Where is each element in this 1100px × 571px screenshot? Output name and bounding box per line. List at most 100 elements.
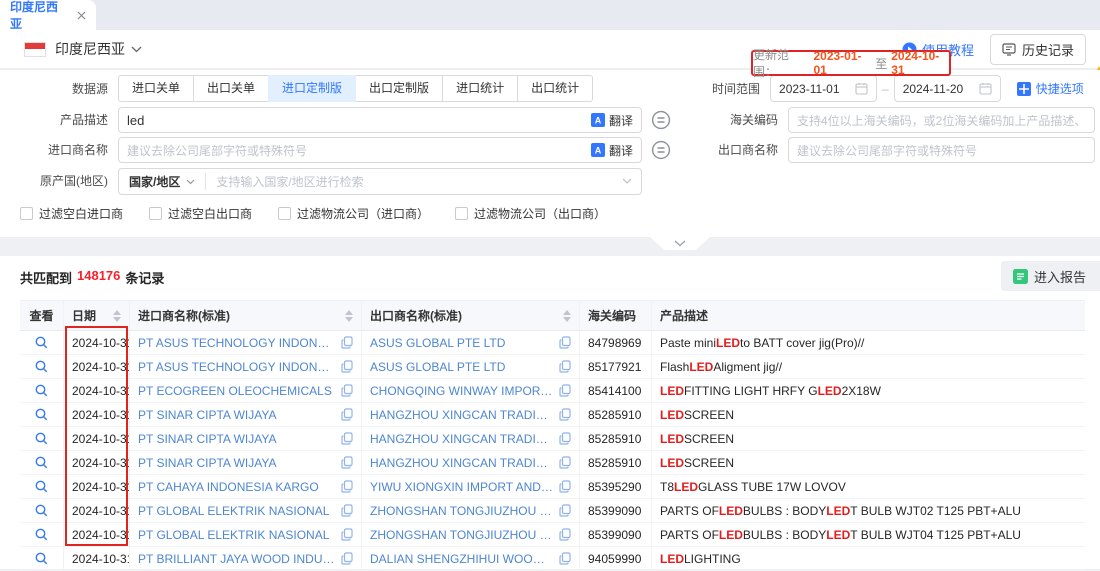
date-to-input[interactable]: 2024-11-20	[894, 75, 1001, 102]
copy-icon[interactable]	[559, 528, 571, 541]
view-record-button[interactable]	[20, 499, 64, 523]
magnifier-icon[interactable]	[35, 528, 48, 541]
importer-link[interactable]: PT GLOBAL ELEKTRIK NASIONAL	[138, 528, 335, 542]
view-record-button[interactable]	[20, 403, 64, 427]
view-record-button[interactable]	[20, 355, 64, 379]
view-record-button[interactable]	[20, 547, 64, 571]
magnifier-icon[interactable]	[35, 336, 48, 349]
copy-icon[interactable]	[341, 408, 353, 421]
magnifier-icon[interactable]	[35, 360, 48, 373]
enter-report-button[interactable]: 进入报告	[1001, 261, 1100, 291]
product-desc-input[interactable]	[127, 113, 583, 128]
importer-link[interactable]: PT GLOBAL ELEKTRIK NASIONAL	[138, 504, 335, 518]
checkbox-icon[interactable]	[20, 207, 33, 220]
origin-country-search-input[interactable]: 支持输入国家/地区进行检索	[216, 173, 622, 190]
magnifier-icon[interactable]	[35, 480, 48, 493]
origin-country-type-select[interactable]: 国家/地区	[119, 173, 205, 190]
importer-link[interactable]: PT ASUS TECHNOLOGY INDONESIA BA...	[138, 360, 335, 374]
exporter-link[interactable]: CHONGQING WINWAY IMPORT AND E...	[370, 384, 553, 398]
tab-export-custom[interactable]: 出口定制版	[355, 75, 443, 102]
copy-icon[interactable]	[559, 408, 571, 421]
copy-icon[interactable]	[341, 504, 353, 517]
importer-name-input[interactable]	[127, 143, 583, 158]
magnifier-icon[interactable]	[35, 456, 48, 469]
translate-button[interactable]: A 翻译	[583, 142, 633, 159]
tab-import-statistics[interactable]: 进口统计	[442, 75, 518, 102]
tab-import-custom[interactable]: 进口定制版	[268, 75, 356, 102]
exporter-link[interactable]: ZHONGSHAN TONGJIUZHOU INTERNA...	[370, 528, 553, 542]
tab-export-statistics[interactable]: 出口统计	[517, 75, 593, 102]
collapse-panel-button[interactable]	[650, 237, 710, 250]
copy-icon[interactable]	[341, 552, 353, 565]
exporter-link[interactable]: YIWU XIONGXIN IMPORT AND EXPORT...	[370, 480, 553, 494]
tab-indonesia[interactable]: 印度尼西亚	[0, 0, 96, 30]
exporter-link[interactable]: HANGZHOU XINGCAN TRADING CO LTD	[370, 408, 553, 422]
importer-link[interactable]: PT SINAR CIPTA WIJAYA	[138, 432, 335, 446]
importer-cell: PT SINAR CIPTA WIJAYA	[130, 403, 362, 427]
exact-match-toggle[interactable]	[651, 140, 671, 160]
checkbox-filter-blank-exporter[interactable]: 过滤空白出口商	[149, 205, 252, 222]
importer-link[interactable]: PT ASUS TECHNOLOGY INDONESIA BA...	[138, 336, 335, 350]
checkbox-filter-logistics-exporter[interactable]: 过滤物流公司（出口商）	[455, 205, 606, 222]
header-exporter[interactable]: 出口商名称(标准)	[362, 301, 580, 331]
translate-button[interactable]: A 翻译	[583, 112, 633, 129]
copy-icon[interactable]	[559, 384, 571, 397]
magnifier-icon[interactable]	[35, 432, 48, 445]
copy-icon[interactable]	[559, 504, 571, 517]
copy-icon[interactable]	[341, 480, 353, 493]
sort-icon[interactable]	[107, 310, 121, 322]
close-tab-icon[interactable]	[77, 11, 86, 20]
importer-link[interactable]: PT SINAR CIPTA WIJAYA	[138, 456, 335, 470]
checkbox-filter-blank-importer[interactable]: 过滤空白进口商	[20, 205, 123, 222]
view-record-button[interactable]	[20, 379, 64, 403]
checkbox-icon[interactable]	[278, 207, 291, 220]
header-date[interactable]: 日期	[64, 301, 130, 331]
exporter-link[interactable]: HANGZHOU XINGCAN TRADING CO LTD	[370, 432, 553, 446]
tab-export-declarations[interactable]: 出口关单	[193, 75, 269, 102]
copy-icon[interactable]	[559, 456, 571, 469]
sort-icon[interactable]	[339, 310, 353, 322]
view-record-button[interactable]	[20, 331, 64, 355]
copy-icon[interactable]	[341, 384, 353, 397]
checkbox-filter-logistics-importer[interactable]: 过滤物流公司（进口商）	[278, 205, 429, 222]
country-chevron-down-icon[interactable]	[131, 46, 142, 53]
magnifier-icon[interactable]	[35, 552, 48, 565]
tab-import-declarations[interactable]: 进口关单	[118, 75, 194, 102]
view-record-button[interactable]	[20, 475, 64, 499]
quick-options-button[interactable]: 快捷选项	[1017, 80, 1084, 97]
chevron-down-icon[interactable]	[622, 178, 641, 185]
exporter-link[interactable]: ASUS GLOBAL PTE LTD	[370, 360, 553, 374]
checkbox-icon[interactable]	[455, 207, 468, 220]
exporter-link[interactable]: ZHONGSHAN TONGJIUZHOU INTERNA...	[370, 504, 553, 518]
hs-code-input[interactable]	[797, 113, 1086, 128]
copy-icon[interactable]	[559, 336, 571, 349]
copy-icon[interactable]	[341, 432, 353, 445]
copy-icon[interactable]	[341, 456, 353, 469]
importer-link[interactable]: PT ECOGREEN OLEOCHEMICALS	[138, 384, 335, 398]
magnifier-icon[interactable]	[35, 384, 48, 397]
sort-icon[interactable]	[557, 310, 571, 322]
header-importer[interactable]: 进口商名称(标准)	[130, 301, 362, 331]
importer-link[interactable]: PT BRILLIANT JAYA WOOD INDUSTRY	[138, 552, 335, 566]
copy-icon[interactable]	[559, 360, 571, 373]
importer-link[interactable]: PT CAHAYA INDONESIA KARGO	[138, 480, 335, 494]
importer-link[interactable]: PT SINAR CIPTA WIJAYA	[138, 408, 335, 422]
exporter-name-input[interactable]	[797, 143, 1086, 158]
view-record-button[interactable]	[20, 451, 64, 475]
exporter-link[interactable]: DALIAN SHENGZHIHUI WOOD INDUST...	[370, 552, 553, 566]
view-record-button[interactable]	[20, 523, 64, 547]
copy-icon[interactable]	[341, 360, 353, 373]
copy-icon[interactable]	[559, 480, 571, 493]
magnifier-icon[interactable]	[35, 504, 48, 517]
history-button[interactable]: 历史记录	[990, 34, 1086, 65]
checkbox-icon[interactable]	[149, 207, 162, 220]
view-record-button[interactable]	[20, 427, 64, 451]
copy-icon[interactable]	[341, 528, 353, 541]
copy-icon[interactable]	[559, 432, 571, 445]
exporter-link[interactable]: ASUS GLOBAL PTE LTD	[370, 336, 553, 350]
copy-icon[interactable]	[341, 336, 353, 349]
exact-match-toggle[interactable]	[651, 110, 671, 130]
copy-icon[interactable]	[559, 552, 571, 565]
magnifier-icon[interactable]	[35, 408, 48, 421]
exporter-link[interactable]: HANGZHOU XINGCAN TRADING CO LTD	[370, 456, 553, 470]
